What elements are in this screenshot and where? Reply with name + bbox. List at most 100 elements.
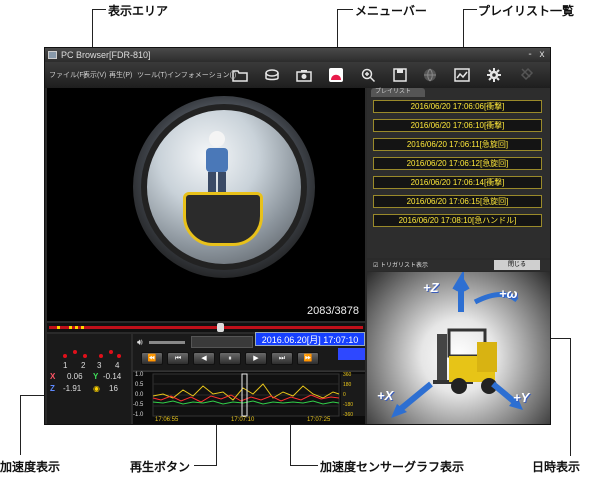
leader-line xyxy=(194,465,216,466)
pause-button[interactable]: ⏸ xyxy=(219,352,241,365)
right-tick: -180 xyxy=(343,402,354,408)
speed-indicator xyxy=(338,348,365,360)
right-tick: -360 xyxy=(343,412,354,418)
playlist-tab[interactable]: プレイリスト xyxy=(371,88,425,97)
chart-icon[interactable] xyxy=(453,66,471,84)
gyro-icon: ◉ xyxy=(93,384,100,393)
video-display-area[interactable]: 2083/3878 xyxy=(47,88,365,321)
volume-icon[interactable]: 🔊︎ xyxy=(137,337,143,348)
close-button[interactable]: x xyxy=(536,48,548,62)
channel-led xyxy=(73,350,77,354)
playlist-item[interactable]: 2016/06/20 17:08:10[急ハンドル] xyxy=(373,214,542,227)
callout-accel-display: 加速度表示 xyxy=(0,460,61,474)
x-tick: 17:07:10 xyxy=(231,417,255,423)
omega-label: +ω xyxy=(499,286,518,301)
event-marker xyxy=(81,326,84,329)
pin-icon[interactable] xyxy=(517,66,535,84)
app-window: PC Browser[FDR-810] - x ファイル(F) 表示(V) 再生… xyxy=(44,47,551,425)
fast-forward-button[interactable]: ⏩ xyxy=(297,352,319,365)
y-tick: -1.0 xyxy=(133,412,144,418)
playlist-item[interactable]: 2016/06/20 17:06:11[急旋回] xyxy=(373,138,542,151)
fisheye-camera-image xyxy=(133,96,315,278)
playlist-item[interactable]: 2016/06/20 17:06:06[衝撃] xyxy=(373,100,542,113)
x-axis-label: +X xyxy=(377,388,394,403)
z-axis-label: +Z xyxy=(423,280,439,295)
trigger-list-label: トリガリスト表示 xyxy=(380,263,429,269)
channel-led xyxy=(109,350,113,354)
save-icon[interactable] xyxy=(391,66,409,84)
menu-bar: ファイル(F) 表示(V) 再生(P) ツール(T) インフォメーション(I) xyxy=(45,62,550,88)
accel-sensor-graph[interactable]: 1.0 0.5 0.0 -0.5 -1.0 17:06:55 17:07:10 … xyxy=(133,371,365,424)
channel-led xyxy=(83,354,87,358)
menu-information[interactable]: インフォメーション(I) xyxy=(167,70,236,80)
view-mode-buttons[interactable] xyxy=(191,336,253,348)
callout-playlist: プレイリスト一覧 xyxy=(478,4,575,18)
leader-line xyxy=(337,9,353,10)
globe-icon[interactable] xyxy=(421,66,439,84)
right-tick: 180 xyxy=(343,382,352,388)
menu-file[interactable]: ファイル(F) xyxy=(49,70,86,80)
menu-playback[interactable]: 再生(P) xyxy=(109,70,132,80)
leader-line xyxy=(570,338,571,456)
forklift-seat xyxy=(183,192,263,246)
z-accel-value: -1.91 xyxy=(63,384,82,393)
seek-handle[interactable] xyxy=(217,323,224,332)
leader-line xyxy=(20,395,21,455)
fast-rewind-button[interactable]: ⏪ xyxy=(141,352,163,365)
y-tick: 0.0 xyxy=(135,392,144,398)
menu-tools[interactable]: ツール(T) xyxy=(137,70,167,80)
folder-icon[interactable] xyxy=(231,66,249,84)
callout-datetime: 日時表示 xyxy=(532,460,581,474)
channel-label: 4 xyxy=(115,361,120,370)
datetime-display: 2016.06.20[月] 17:07:10 xyxy=(255,332,365,346)
play-button[interactable]: ▶ xyxy=(245,352,267,365)
leader-line xyxy=(92,9,106,10)
y-tick: 0.5 xyxy=(135,382,144,388)
gyro-value: 16 xyxy=(109,384,118,393)
volume-slider[interactable] xyxy=(149,341,185,344)
event-marker xyxy=(75,326,78,329)
playlist-close-button[interactable]: 閉じる xyxy=(494,260,540,270)
y-axis-label: Y xyxy=(93,372,99,381)
title-bar: PC Browser[FDR-810] xyxy=(45,48,550,62)
y-tick: -0.5 xyxy=(133,402,144,408)
skip-back-button[interactable]: ⏮ xyxy=(167,352,189,365)
z-axis-label: Z xyxy=(50,384,55,393)
x-tick: 17:07:25 xyxy=(307,417,331,423)
playlist-item[interactable]: 2016/06/20 17:06:15[急旋回] xyxy=(373,195,542,208)
event-marker xyxy=(57,326,60,329)
y-axis-label: +Y xyxy=(513,390,530,405)
accel-display-panel: 1 2 3 4 X 0.06 Y -0.14 Z -1.91 ◉ 16 xyxy=(47,334,131,424)
camera-icon[interactable] xyxy=(295,66,313,84)
trigger-list-checkbox[interactable]: ☑ トリガリスト表示 xyxy=(373,260,428,269)
channel-led xyxy=(117,354,121,358)
channel-led xyxy=(99,354,103,358)
drive-icon[interactable] xyxy=(263,66,281,84)
record-icon[interactable] xyxy=(327,66,345,84)
playlist-item[interactable]: 2016/06/20 17:06:14[衝撃] xyxy=(373,176,542,189)
leader-line xyxy=(463,9,477,10)
x-axis-label: X xyxy=(50,372,56,381)
playlist-item[interactable]: 2016/06/20 17:06:12[急旋回] xyxy=(373,157,542,170)
zoom-icon[interactable] xyxy=(359,66,377,84)
forklift-orientation-panel: +Z +ω +X +Y xyxy=(367,272,550,424)
annotated-screenshot: 表示エリア メニューバー プレイリスト一覧 加速度表示 再生ボタン 加速度センサ… xyxy=(0,0,594,477)
callout-display-area: 表示エリア xyxy=(108,4,169,18)
right-tick: 360 xyxy=(343,372,352,378)
event-marker xyxy=(69,326,72,329)
skip-forward-button[interactable]: ⏭ xyxy=(271,352,293,365)
channel-label: 1 xyxy=(63,361,68,370)
y-tick: 1.0 xyxy=(135,372,144,378)
channel-label: 3 xyxy=(97,361,102,370)
playlist-footer: ☑ トリガリスト表示 閉じる xyxy=(367,260,550,271)
x-accel-value: 0.06 xyxy=(67,372,83,381)
playlist-item[interactable]: 2016/06/20 17:06:10[衝撃] xyxy=(373,119,542,132)
menu-view[interactable]: 表示(V) xyxy=(83,70,106,80)
minimize-button[interactable]: - xyxy=(524,48,536,62)
seek-bar[interactable] xyxy=(47,323,365,332)
settings-icon[interactable] xyxy=(485,66,503,84)
step-back-button[interactable]: ◀ xyxy=(193,352,215,365)
channel-led xyxy=(63,354,67,358)
callout-menu-bar: メニューバー xyxy=(355,4,427,18)
leader-line xyxy=(290,465,318,466)
